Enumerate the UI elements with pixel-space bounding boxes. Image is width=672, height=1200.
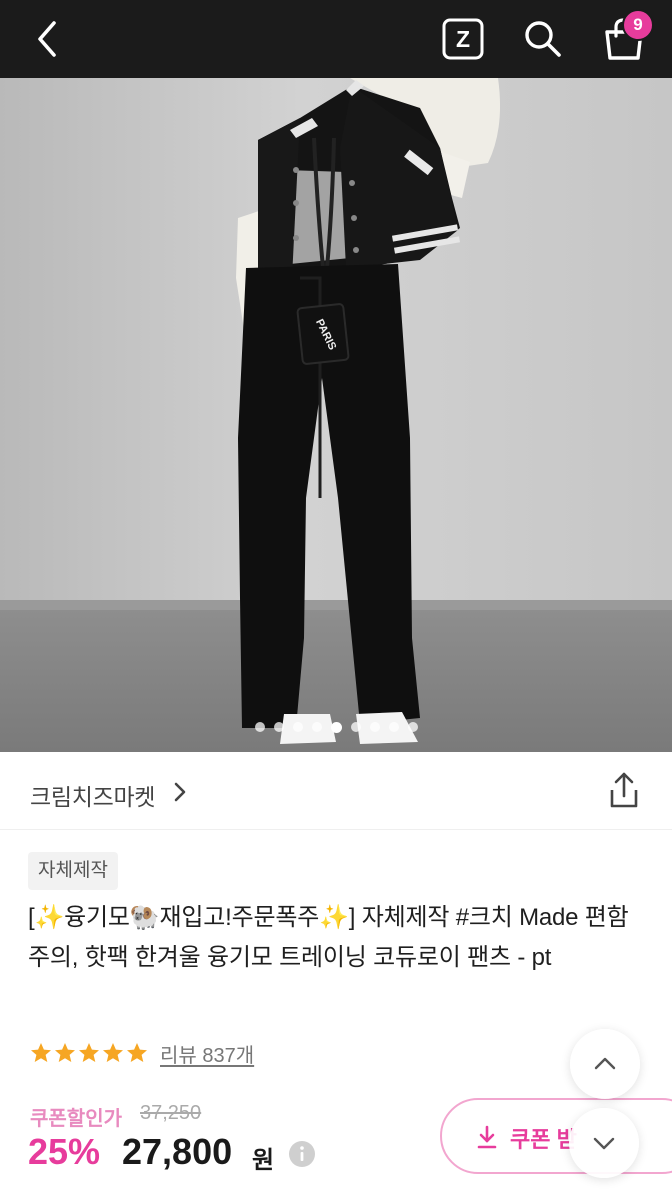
star-icon bbox=[103, 1043, 123, 1062]
product-title: [✨융기모🐏재입고!주문폭주✨] 자체제작 #크치 Made 편함주의, 핫팩 … bbox=[28, 904, 629, 971]
cart-count-badge: 9 bbox=[622, 9, 654, 41]
share-button[interactable] bbox=[602, 770, 646, 814]
store-row: 크림치즈마켓 bbox=[0, 752, 672, 830]
top-app-bar: Z 9 bbox=[0, 0, 672, 78]
search-icon bbox=[525, 21, 561, 57]
scroll-bottom-button[interactable] bbox=[569, 1108, 639, 1178]
coupon-button-label: 쿠폰 받 bbox=[510, 1127, 577, 1152]
pager-dot[interactable] bbox=[292, 722, 303, 732]
search-button[interactable] bbox=[518, 14, 568, 64]
product-badge: 자체제작 bbox=[28, 852, 118, 890]
pager-dot[interactable] bbox=[311, 722, 322, 732]
pager-dot[interactable] bbox=[407, 722, 418, 732]
share-icon bbox=[610, 772, 638, 808]
pager-dot[interactable] bbox=[273, 722, 284, 732]
chevron-down-icon bbox=[593, 1137, 615, 1150]
final-price: 27,800 bbox=[122, 1131, 233, 1172]
z-label: Z bbox=[455, 26, 471, 52]
back-button[interactable] bbox=[24, 15, 72, 63]
pager-dot[interactable] bbox=[254, 722, 265, 732]
rating-row[interactable]: 리뷰 837개 bbox=[30, 1038, 254, 1068]
pager-dot[interactable] bbox=[369, 722, 380, 732]
scroll-top-button[interactable] bbox=[570, 1029, 640, 1099]
rating-stars bbox=[30, 1042, 148, 1064]
back-icon bbox=[38, 21, 56, 57]
pager-dot-active[interactable] bbox=[330, 721, 342, 733]
review-count-link[interactable]: 리뷰 837개 bbox=[160, 1039, 254, 1068]
info-icon[interactable] bbox=[288, 1140, 316, 1168]
product-photo: PARIS bbox=[0, 78, 672, 752]
star-icon bbox=[79, 1043, 99, 1062]
store-name[interactable]: 크림치즈마켓 bbox=[30, 778, 155, 812]
currency-unit: 원 bbox=[252, 1147, 275, 1174]
pager-dot[interactable] bbox=[388, 722, 399, 732]
star-icon bbox=[31, 1043, 51, 1062]
image-pager-dots bbox=[0, 721, 672, 736]
pager-dot[interactable] bbox=[350, 722, 361, 732]
download-icon bbox=[477, 1125, 497, 1149]
chevron-up-icon bbox=[594, 1057, 616, 1070]
original-price: 37,250 bbox=[140, 1102, 202, 1124]
z-button[interactable]: Z bbox=[440, 16, 486, 62]
star-icon bbox=[55, 1043, 75, 1062]
star-icon bbox=[127, 1043, 147, 1062]
product-image[interactable]: PARIS bbox=[0, 78, 672, 752]
chevron-right-icon[interactable] bbox=[168, 778, 192, 806]
discount-rate: 25% bbox=[28, 1131, 101, 1172]
coupon-price-label: 쿠폰할인가 bbox=[30, 1108, 122, 1130]
